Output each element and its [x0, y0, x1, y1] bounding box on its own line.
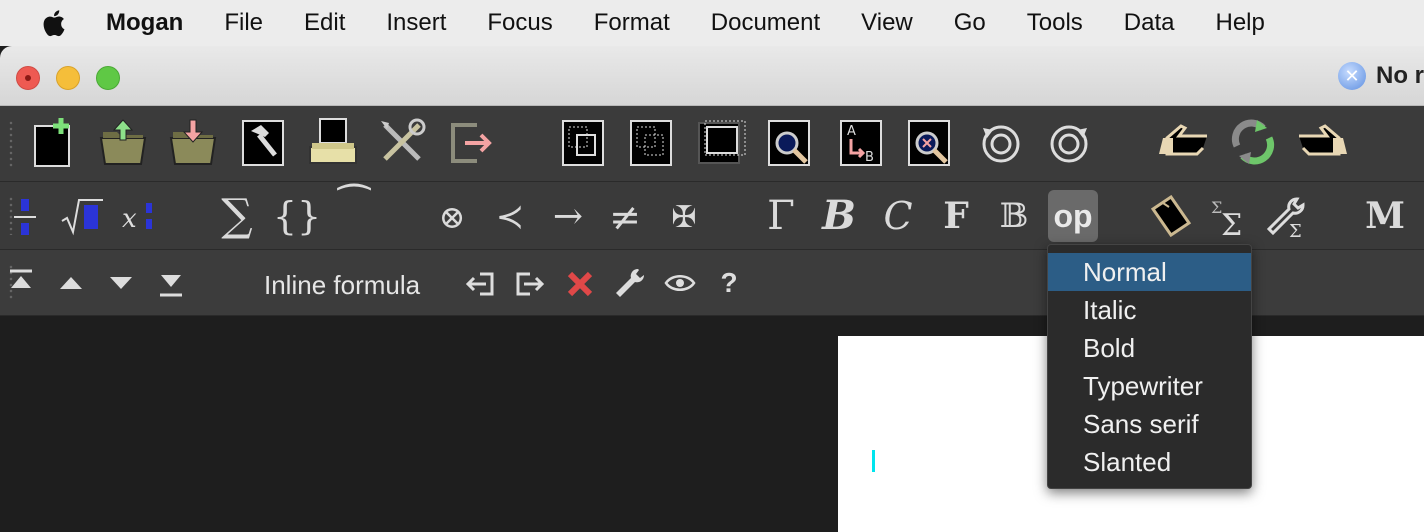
subscript-icon[interactable]: x [120, 196, 160, 238]
redo-icon[interactable] [1044, 116, 1094, 168]
build-hammer-icon[interactable] [240, 116, 286, 168]
cut-icon[interactable] [628, 116, 674, 168]
spell-check-icon[interactable] [906, 116, 956, 168]
operator-font-button[interactable]: op [1048, 190, 1098, 242]
menu-tools[interactable]: Tools [1027, 9, 1083, 37]
zoom-window-button[interactable] [96, 66, 120, 90]
svg-text:Σ: Σ [1289, 221, 1302, 239]
menu-data[interactable]: Data [1124, 9, 1175, 37]
insert-right-icon[interactable] [512, 268, 548, 300]
first-icon[interactable] [6, 266, 36, 296]
insert-left-icon[interactable] [462, 268, 498, 300]
bold-math-icon[interactable]: B [818, 192, 860, 240]
undo-icon[interactable] [976, 116, 1026, 168]
svg-text:x: x [122, 204, 137, 234]
svg-text:B: B [865, 150, 874, 165]
font-option-typewriter[interactable]: Typewriter [1048, 367, 1251, 405]
new-document-icon[interactable] [30, 116, 76, 168]
svg-text:Σ: Σ [1221, 208, 1242, 239]
menu-format[interactable]: Format [594, 9, 670, 37]
copy-icon[interactable] [560, 116, 606, 168]
next-icon[interactable] [106, 268, 136, 298]
print-icon[interactable] [306, 116, 360, 168]
delete-icon[interactable] [564, 268, 596, 300]
menu-file[interactable]: File [224, 9, 263, 37]
tilde-accent-icon[interactable]: ⁀ [332, 186, 376, 226]
menu-bar: Mogan File Edit Insert Focus Format Docu… [0, 0, 1424, 46]
fraction-icon[interactable] [10, 196, 40, 238]
tools-icon[interactable] [376, 116, 428, 168]
otimes-icon[interactable]: ⊗ [432, 194, 472, 240]
sum-format-icon[interactable]: ΣΣ [1206, 194, 1254, 240]
close-window-button[interactable] [16, 66, 40, 90]
mogan-app-icon: ✕ [1338, 62, 1366, 90]
save-folder-icon[interactable] [166, 116, 220, 168]
big-operator-icon[interactable]: ✠ [664, 196, 704, 240]
menu-edit[interactable]: Edit [304, 9, 345, 37]
math-settings-icon[interactable] [1146, 194, 1194, 240]
properties-wrench-icon[interactable] [612, 266, 648, 300]
export-icon[interactable] [446, 116, 498, 168]
open-folder-icon[interactable] [96, 116, 150, 168]
greek-letters-icon[interactable]: Γ [760, 192, 802, 240]
font-option-slanted[interactable]: Slanted [1048, 443, 1251, 481]
paste-icon[interactable] [696, 116, 748, 168]
square-root-icon[interactable] [60, 196, 104, 238]
recycle-icon[interactable] [1226, 116, 1280, 168]
font-option-bold[interactable]: Bold [1048, 329, 1251, 367]
macro-icon[interactable]: M [1362, 192, 1408, 240]
font-option-italic[interactable]: Italic [1048, 291, 1251, 329]
back-pointer-icon[interactable] [1154, 116, 1210, 168]
mode-label: Inline formula [264, 270, 421, 300]
help-icon[interactable]: ? [716, 266, 742, 300]
not-equal-icon[interactable]: ≠ [604, 194, 646, 240]
font-option-normal[interactable]: Normal [1048, 253, 1251, 291]
menu-insert[interactable]: Insert [386, 9, 446, 37]
app-menu[interactable]: Mogan [106, 9, 183, 37]
window-title-bar [0, 46, 1424, 106]
minimize-window-button[interactable] [56, 66, 80, 90]
search-icon[interactable] [766, 116, 816, 168]
document-title: No r [1376, 62, 1424, 89]
font-option-sans-serif[interactable]: Sans serif [1048, 405, 1251, 443]
menu-help[interactable]: Help [1216, 9, 1265, 37]
last-icon[interactable] [156, 270, 186, 300]
menu-view[interactable]: View [861, 9, 913, 37]
svg-text:A: A [847, 124, 856, 139]
right-arrow-icon[interactable]: → [544, 194, 592, 240]
sum-icon[interactable]: ∑ [214, 192, 260, 240]
menu-go[interactable]: Go [954, 9, 986, 37]
blackboard-bold-icon[interactable]: 𝔹 [994, 192, 1034, 240]
math-tools-icon[interactable]: Σ [1262, 194, 1310, 240]
calligraphic-icon[interactable]: C [878, 192, 918, 240]
braces-icon[interactable]: {} [273, 192, 321, 240]
menu-document[interactable]: Document [711, 9, 820, 37]
prec-relation-icon[interactable]: ≺ [490, 194, 530, 240]
window-title: ✕ No r [1338, 62, 1424, 90]
menu-focus[interactable]: Focus [487, 9, 552, 37]
operator-font-dropdown: Normal Italic Bold Typewriter Sans serif… [1047, 244, 1252, 489]
apple-logo-icon[interactable] [0, 8, 106, 38]
forward-pointer-icon[interactable] [1296, 116, 1352, 168]
previous-icon[interactable] [56, 268, 86, 298]
preview-eye-icon[interactable] [662, 270, 698, 296]
fraktur-icon[interactable]: F [936, 192, 976, 240]
text-cursor [872, 450, 875, 472]
replace-icon[interactable]: AB [838, 116, 884, 168]
